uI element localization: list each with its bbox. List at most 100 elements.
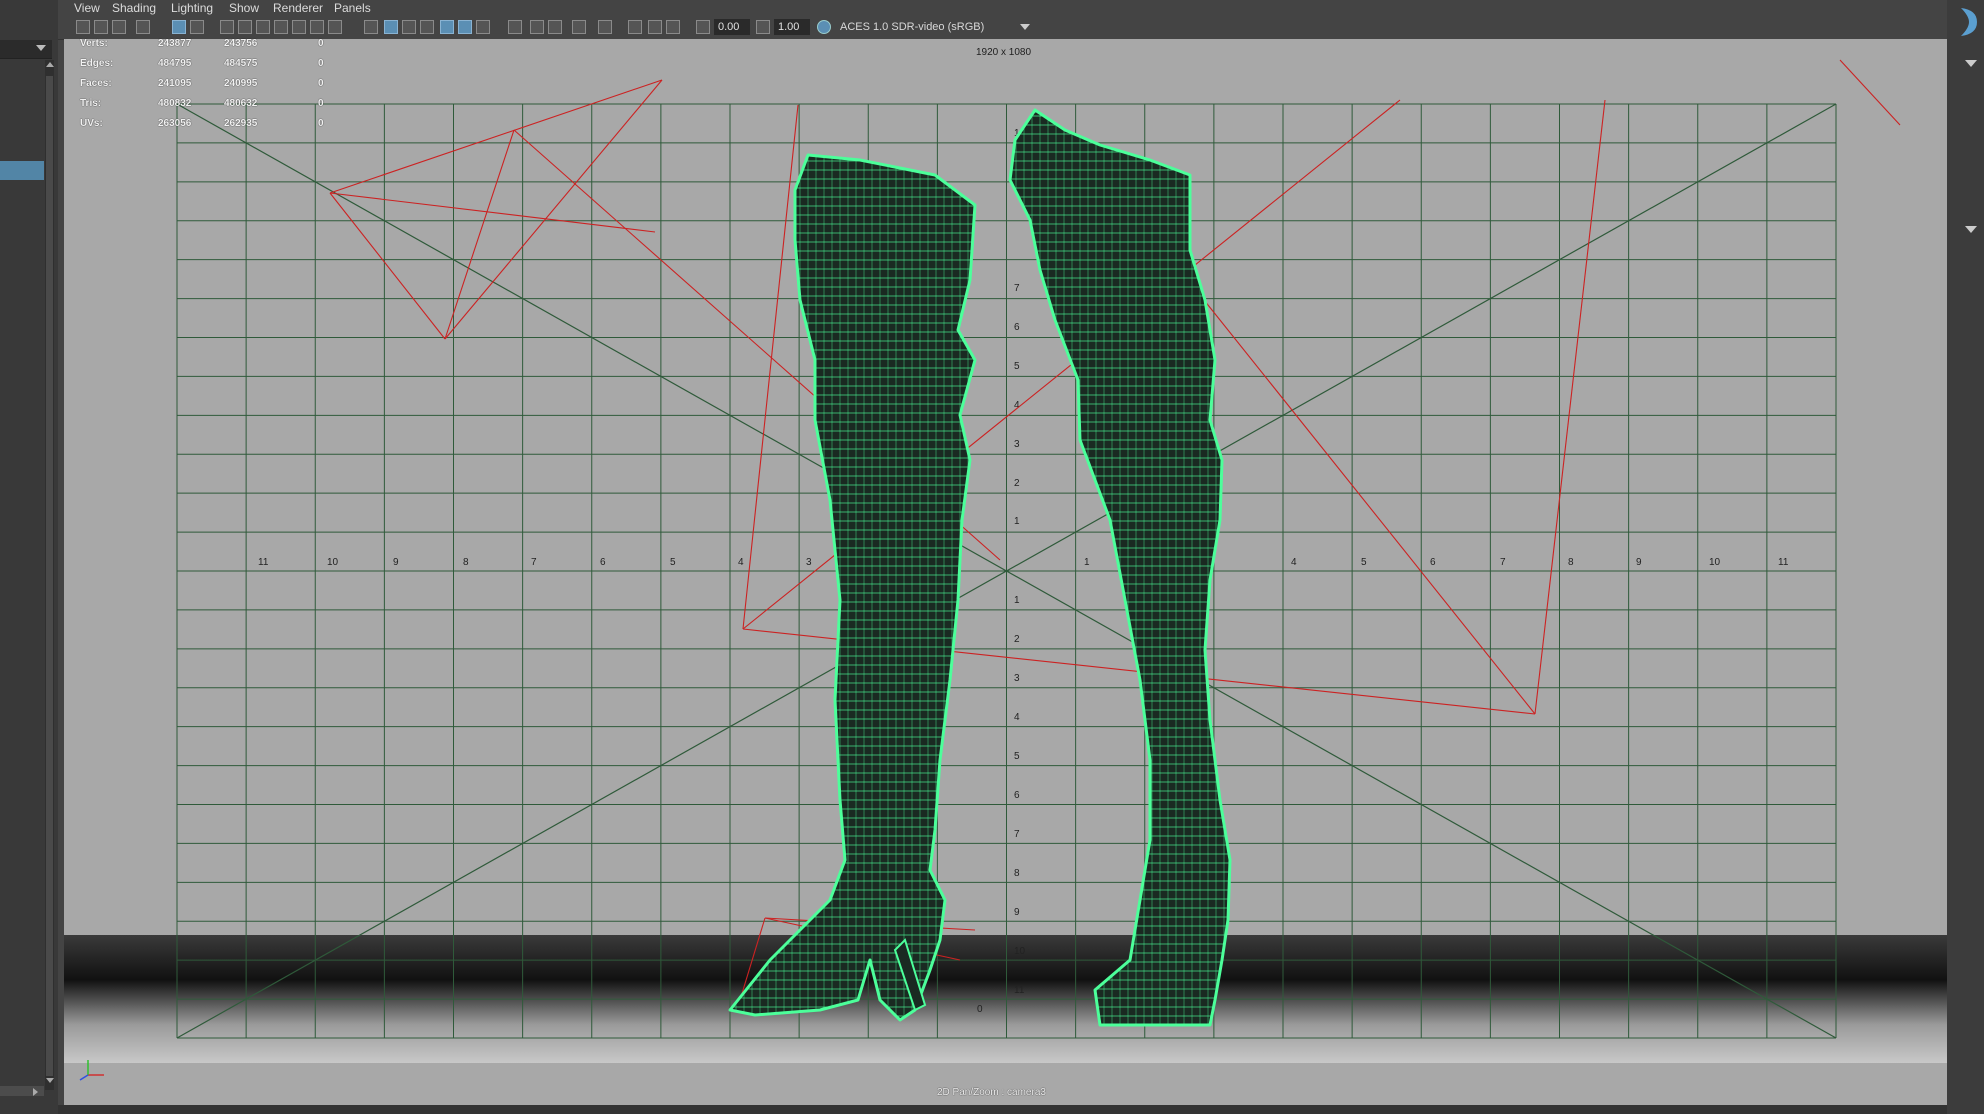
isolate-select-icon[interactable] bbox=[598, 20, 612, 34]
camera-lock-icon[interactable] bbox=[648, 20, 662, 34]
menu-panels[interactable]: Panels bbox=[334, 1, 371, 15]
grid-tick-label: 1 bbox=[1014, 595, 1020, 606]
safe-action-icon[interactable] bbox=[310, 20, 324, 34]
camera-frustum-line bbox=[1179, 269, 1536, 715]
grid-tick-label: 2 bbox=[1014, 634, 1020, 645]
grid-tick-label: 3 bbox=[806, 557, 812, 568]
left-selected-item[interactable] bbox=[0, 161, 44, 180]
field-chart-icon[interactable] bbox=[292, 20, 306, 34]
menu-view[interactable]: View bbox=[74, 1, 100, 15]
xray-icon[interactable] bbox=[440, 20, 454, 34]
grid-tick-label: 5 bbox=[1361, 557, 1367, 568]
grid-tick-label: 6 bbox=[1014, 322, 1020, 333]
camera-frustum-line bbox=[329, 192, 656, 233]
grid-tick-label: 9 bbox=[1014, 907, 1020, 918]
2d-pan-zoom-icon[interactable] bbox=[172, 20, 186, 34]
select-camera-icon[interactable] bbox=[76, 20, 90, 34]
color-management-icon[interactable] bbox=[817, 20, 831, 34]
grid-icon[interactable] bbox=[220, 20, 234, 34]
exposure-field[interactable]: 0.00 bbox=[714, 19, 750, 35]
hud-stat-label: Edges: bbox=[80, 58, 114, 69]
hud-icon[interactable] bbox=[666, 20, 680, 34]
smooth-shade-icon[interactable] bbox=[384, 20, 398, 34]
camera-frustum-line bbox=[742, 104, 799, 630]
hud-stat-c: 0 bbox=[318, 78, 324, 89]
textured-icon[interactable] bbox=[476, 20, 490, 34]
grid-tick-label: 10 bbox=[1709, 557, 1721, 568]
grid-tick-label: 7 bbox=[531, 557, 537, 568]
grid-tick-label: 9 bbox=[393, 557, 399, 568]
bookmark-icon[interactable] bbox=[112, 20, 126, 34]
hud-stat-b: 240995 bbox=[224, 78, 258, 89]
grid-tick-label: 1 bbox=[1014, 516, 1020, 527]
grid-tick-label: 11 bbox=[1014, 985, 1025, 996]
chevron-down-icon bbox=[36, 45, 46, 51]
grid-tick-label: 7 bbox=[1500, 557, 1506, 568]
grid-tick-label: 6 bbox=[600, 557, 606, 568]
hud-stat-b: 262935 bbox=[224, 118, 258, 129]
grid-tick-label: 5 bbox=[670, 557, 676, 568]
hud-stat-c: 0 bbox=[318, 38, 324, 49]
camera-label: 2D Pan/Zoom : camera3 bbox=[937, 1087, 1046, 1098]
menu-shading[interactable]: Shading bbox=[112, 1, 156, 15]
grid-tick-label: 4 bbox=[1291, 557, 1297, 568]
default-material-icon[interactable] bbox=[402, 20, 416, 34]
gamma-field[interactable]: 1.00 bbox=[774, 19, 810, 35]
hud-stat-a: 484795 bbox=[158, 58, 192, 69]
color-space-dropdown[interactable]: ACES 1.0 SDR-video (sRGB) bbox=[834, 19, 1034, 35]
chevron-down-icon[interactable] bbox=[1965, 226, 1977, 233]
hud-stat-label: UVs: bbox=[80, 118, 103, 129]
camera-frustum-line bbox=[1534, 99, 1606, 715]
grid-tick-label: 3 bbox=[1014, 439, 1020, 450]
film-gate-icon[interactable] bbox=[238, 20, 252, 34]
grid-tick-label: 8 bbox=[1014, 868, 1020, 879]
camera-frustum-line bbox=[329, 79, 663, 194]
camera-frustum-line bbox=[444, 79, 663, 340]
resolution-gate-icon[interactable] bbox=[256, 20, 270, 34]
hud-stat-c: 0 bbox=[318, 118, 324, 129]
menu-lighting[interactable]: Lighting bbox=[171, 1, 213, 15]
hud-stat-c: 0 bbox=[318, 98, 324, 109]
grid-tick-label: 11 bbox=[258, 557, 269, 568]
viewport-scene[interactable]: 11 10 9 8 7 6 5 4 3 1 4 5 6 7 8 9 10 11176543211234567891… bbox=[64, 39, 1947, 1105]
viewport[interactable]: 11 10 9 8 7 6 5 4 3 1 4 5 6 7 8 9 10 11 1 7 6 5 4 3 2 1 1 2 3 4 5 6 7 8 9 1… bbox=[64, 39, 1947, 1105]
hud-stat-a: 241095 bbox=[158, 78, 192, 89]
shadows-icon[interactable] bbox=[530, 20, 544, 34]
gate-mask-icon[interactable] bbox=[274, 20, 288, 34]
wireframe-icon[interactable] bbox=[364, 20, 378, 34]
grid-tick-label: 6 bbox=[1430, 557, 1436, 568]
safe-title-icon[interactable] bbox=[328, 20, 342, 34]
camera-frustum-line bbox=[1839, 59, 1901, 126]
ambient-occlusion-icon[interactable] bbox=[548, 20, 562, 34]
chevron-down-icon[interactable] bbox=[1965, 60, 1977, 67]
hud-stat-b: 484575 bbox=[224, 58, 258, 69]
exposure-icon[interactable] bbox=[696, 20, 710, 34]
image-plane-icon[interactable] bbox=[136, 20, 150, 34]
left-dropdown[interactable] bbox=[0, 40, 52, 59]
menu-renderer[interactable]: Renderer bbox=[273, 1, 323, 15]
grid-tick-label: 5 bbox=[1014, 751, 1020, 762]
left-scroll-thumb[interactable] bbox=[46, 76, 53, 1076]
grid-tick-label: 4 bbox=[738, 557, 744, 568]
chevron-down-icon[interactable] bbox=[1020, 24, 1030, 30]
menu-show[interactable]: Show bbox=[229, 1, 259, 15]
scroll-right-arrow-icon[interactable] bbox=[33, 1088, 38, 1096]
grid-tick-label: 7 bbox=[1014, 283, 1020, 294]
scroll-up-arrow-icon[interactable] bbox=[46, 62, 54, 67]
grid-tick-label: 9 bbox=[1636, 557, 1642, 568]
grid-tick-label: 5 bbox=[1014, 361, 1020, 372]
xray-joints-icon[interactable] bbox=[458, 20, 472, 34]
grid-tick-label: 7 bbox=[1014, 829, 1020, 840]
gamma-icon[interactable] bbox=[756, 20, 770, 34]
camera-attributes-icon[interactable] bbox=[94, 20, 108, 34]
viewport-bottom-border bbox=[58, 1105, 1947, 1114]
wireframe-on-shaded-icon[interactable] bbox=[420, 20, 434, 34]
hud-stat-b: 480632 bbox=[224, 98, 258, 109]
xray-active-icon[interactable] bbox=[628, 20, 642, 34]
hud-stat-label: Verts: bbox=[80, 38, 108, 49]
lights-icon[interactable] bbox=[508, 20, 522, 34]
grid-tick-label: 0 bbox=[977, 1004, 983, 1015]
scroll-down-arrow-icon[interactable] bbox=[46, 1078, 54, 1083]
grease-pencil-icon[interactable] bbox=[190, 20, 204, 34]
motion-blur-icon[interactable] bbox=[572, 20, 586, 34]
